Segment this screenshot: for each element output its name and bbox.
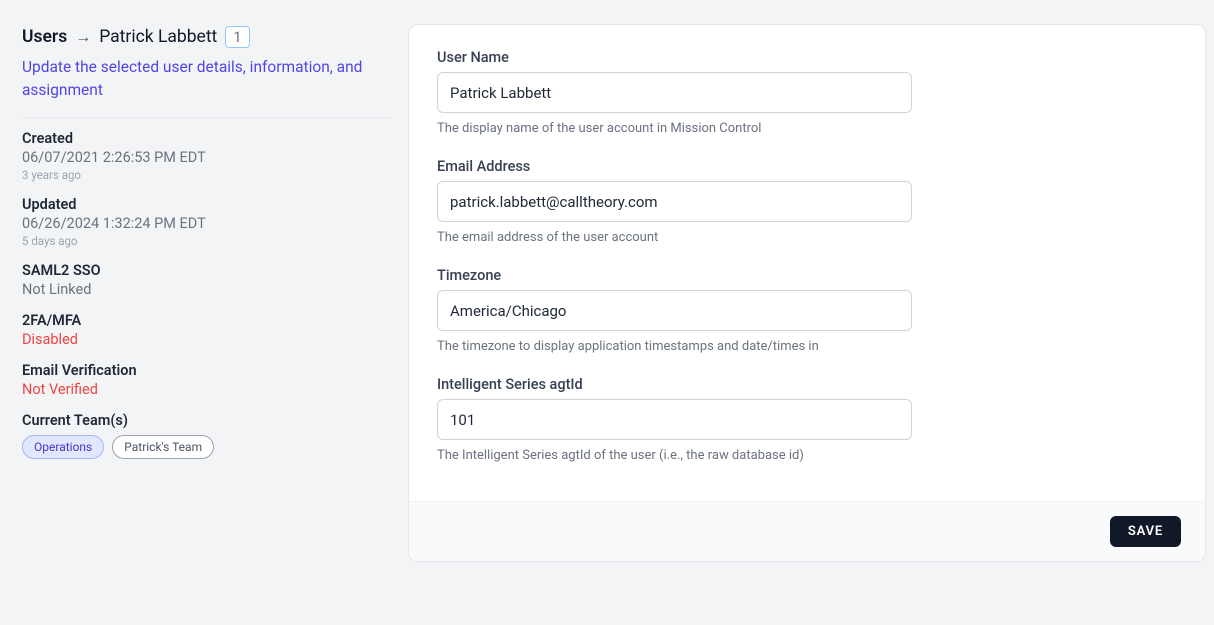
user-form-card: User Name The display name of the user a… [408, 24, 1206, 562]
timezone-input[interactable] [437, 290, 912, 331]
agtid-help: The Intelligent Series agtId of the user… [437, 448, 1177, 463]
email-input[interactable] [437, 181, 912, 222]
meta-email-verification: Email Verification Not Verified [22, 362, 392, 398]
team-pill[interactable]: Patrick's Team [112, 435, 214, 459]
meta-created-value: 06/07/2021 2:26:53 PM EDT [22, 149, 392, 166]
meta-updated-value: 06/26/2024 1:32:24 PM EDT [22, 215, 392, 232]
page-subtitle: Update the selected user details, inform… [22, 56, 392, 103]
meta-saml-label: SAML2 SSO [22, 262, 392, 279]
user-id-badge: 1 [225, 26, 249, 48]
agtid-input[interactable] [437, 399, 912, 440]
meta-updated-label: Updated [22, 196, 392, 213]
meta-created-ago: 3 years ago [22, 168, 392, 182]
meta-mfa-label: 2FA/MFA [22, 312, 392, 329]
agtid-label: Intelligent Series agtId [437, 376, 1177, 393]
form-group-timezone: Timezone The timezone to display applica… [437, 267, 1177, 354]
user-name-input[interactable] [437, 72, 912, 113]
user-name-help: The display name of the user account in … [437, 121, 1177, 136]
form-group-email: Email Address The email address of the u… [437, 158, 1177, 245]
meta-mfa-value: Disabled [22, 331, 392, 348]
meta-mfa: 2FA/MFA Disabled [22, 312, 392, 348]
meta-created-label: Created [22, 130, 392, 147]
meta-saml: SAML2 SSO Not Linked [22, 262, 392, 298]
meta-email-verification-value: Not Verified [22, 381, 392, 398]
breadcrumb: Users → Patrick Labbett 1 [22, 26, 392, 48]
user-name-label: User Name [437, 49, 1177, 66]
meta-created: Created 06/07/2021 2:26:53 PM EDT 3 year… [22, 130, 392, 182]
meta-email-verification-label: Email Verification [22, 362, 392, 379]
save-button[interactable]: SAVE [1110, 516, 1181, 547]
form-group-user-name: User Name The display name of the user a… [437, 49, 1177, 136]
timezone-help: The timezone to display application time… [437, 339, 1177, 354]
team-pill[interactable]: Operations [22, 435, 104, 459]
meta-teams: Current Team(s) Operations Patrick's Tea… [22, 412, 392, 459]
meta-updated-ago: 5 days ago [22, 234, 392, 248]
breadcrumb-arrow-icon: → [75, 27, 91, 47]
divider [22, 117, 392, 118]
user-sidebar: Users → Patrick Labbett 1 Update the sel… [8, 8, 408, 617]
card-footer: SAVE [409, 501, 1205, 561]
meta-updated: Updated 06/26/2024 1:32:24 PM EDT 5 days… [22, 196, 392, 248]
form-panel: User Name The display name of the user a… [408, 8, 1206, 617]
timezone-label: Timezone [437, 267, 1177, 284]
email-help: The email address of the user account [437, 230, 1177, 245]
breadcrumb-root: Users [22, 27, 67, 47]
email-label: Email Address [437, 158, 1177, 175]
breadcrumb-user-name: Patrick Labbett [99, 27, 217, 47]
meta-teams-label: Current Team(s) [22, 412, 392, 429]
meta-saml-value: Not Linked [22, 281, 392, 298]
form-group-agtid: Intelligent Series agtId The Intelligent… [437, 376, 1177, 463]
